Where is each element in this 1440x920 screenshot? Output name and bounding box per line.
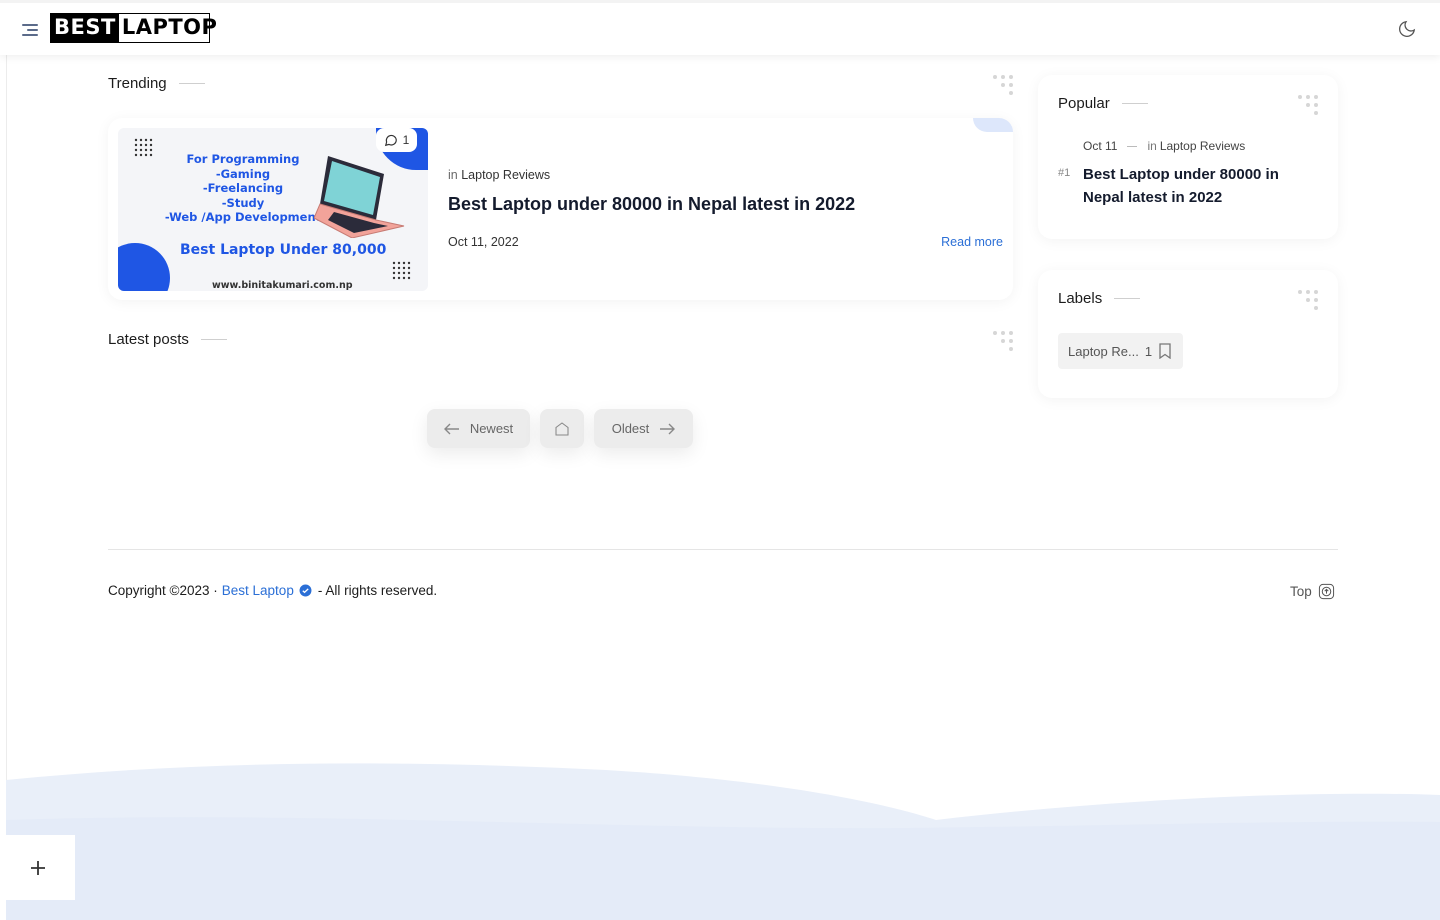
dots-decoration-icon	[1298, 290, 1318, 310]
read-more-link[interactable]: Read more	[941, 235, 1003, 249]
latest-posts-title: Latest posts	[108, 331, 189, 348]
post-title-link[interactable]: Best Laptop under 80000 in Nepal latest …	[448, 194, 855, 215]
newest-button[interactable]: Newest	[427, 409, 530, 448]
popular-heading: Popular	[1058, 95, 1148, 112]
site-header: BEST LAPTOP	[0, 0, 1440, 55]
arrow-up-icon	[1318, 583, 1334, 600]
comment-count: 1	[402, 133, 410, 147]
bookmark-icon	[1159, 343, 1171, 359]
popular-item-category-link[interactable]: Laptop Reviews	[1160, 139, 1245, 153]
thumbnail-dots-icon	[134, 138, 153, 157]
trending-title: Trending	[108, 75, 167, 92]
dark-mode-moon-icon[interactable]	[1395, 19, 1417, 41]
popular-title: Popular	[1058, 95, 1110, 112]
popular-item-meta: Oct 11 in Laptop Reviews	[1083, 139, 1246, 153]
trending-heading: Trending	[108, 75, 205, 92]
copyright: Copyright ©2023 · Best Laptop - All righ…	[108, 583, 437, 598]
popular-item-date: Oct 11	[1083, 139, 1118, 153]
left-rail	[6, 55, 7, 835]
copyright-text: Copyright ©2023 ·	[108, 583, 218, 598]
popular-widget: Popular Oct 11 in Laptop Reviews #1 Best…	[1038, 75, 1338, 239]
post-category-link[interactable]: Laptop Reviews	[461, 168, 550, 182]
background-waves	[6, 763, 1440, 920]
arrow-right-icon	[660, 423, 676, 434]
plus-icon	[30, 860, 45, 875]
home-icon	[555, 421, 569, 436]
brand-link[interactable]: Best Laptop	[222, 583, 294, 598]
trending-post-card: For Programming -Gaming -Freelancing -St…	[108, 118, 1013, 300]
label-name: Laptop Re...	[1068, 343, 1139, 359]
menu-icon[interactable]	[20, 20, 40, 40]
labels-widget: Labels Laptop Re... 1	[1038, 270, 1338, 398]
back-to-top-link[interactable]: Top	[1290, 583, 1335, 600]
oldest-button[interactable]: Oldest	[594, 409, 693, 448]
post-category-meta: in Laptop Reviews	[448, 168, 551, 182]
comment-count-badge[interactable]: 1	[376, 128, 417, 152]
thumbnail-lines: For Programming -Gaming -Freelancing -St…	[164, 152, 322, 224]
dots-decoration-icon	[1298, 95, 1318, 115]
verified-badge-icon	[299, 584, 312, 597]
post-date: Oct 11, 2022	[448, 235, 519, 249]
latest-posts-heading: Latest posts	[108, 331, 227, 348]
thumbnail-url: www.binitakumari.com.np	[212, 280, 353, 291]
thumbnail-dots-icon	[392, 261, 411, 280]
laptop-illustration	[314, 156, 405, 238]
footer-divider	[108, 549, 1338, 550]
card-corner-decoration	[973, 118, 1013, 132]
add-button[interactable]	[0, 835, 75, 900]
logo-part-best: BEST	[51, 14, 119, 42]
dots-decoration-icon	[993, 331, 1013, 351]
logo-part-laptop: LAPTOP	[121, 15, 218, 39]
label-count: 1	[1144, 343, 1153, 359]
popular-item-rank: #1	[1058, 167, 1071, 179]
arrow-left-icon	[443, 423, 459, 434]
label-chip[interactable]: Laptop Re... 1	[1058, 333, 1183, 369]
site-logo[interactable]: BEST LAPTOP	[50, 13, 217, 43]
post-thumbnail[interactable]: For Programming -Gaming -Freelancing -St…	[118, 128, 428, 291]
rights-text: - All rights reserved.	[317, 583, 438, 598]
labels-heading: Labels	[1058, 290, 1141, 307]
home-button[interactable]	[540, 409, 584, 448]
labels-title: Labels	[1058, 290, 1103, 307]
popular-item-title-link[interactable]: Best Laptop under 80000 in Nepal latest …	[1083, 163, 1313, 209]
dots-decoration-icon	[993, 75, 1013, 95]
comment-icon	[384, 134, 397, 147]
thumbnail-headline: Best Laptop Under 80,000	[180, 242, 387, 258]
